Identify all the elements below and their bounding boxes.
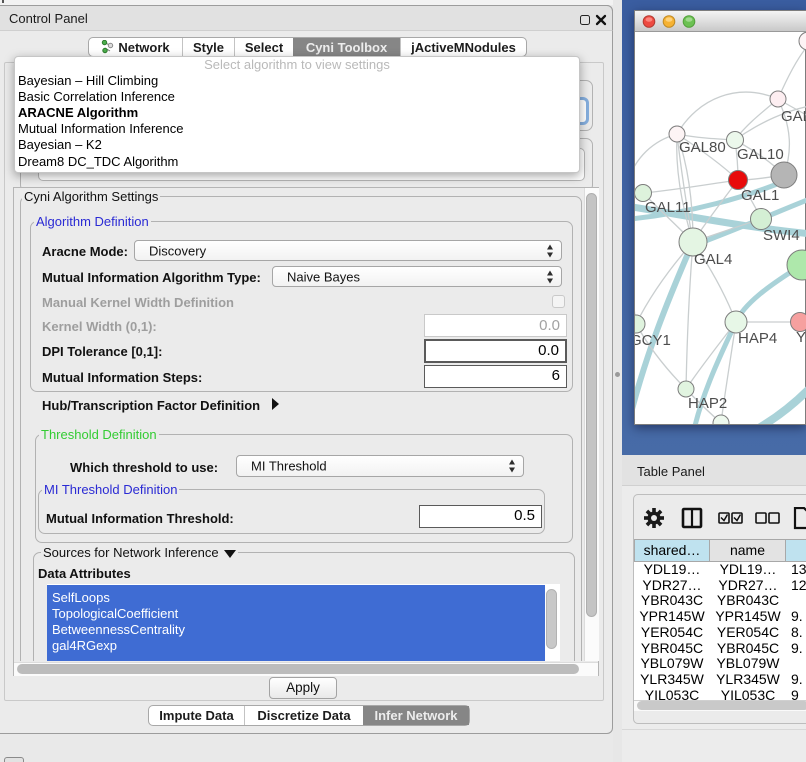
svg-text:HAP4: HAP4 xyxy=(738,330,777,347)
svg-text:YM: YM xyxy=(796,329,806,346)
svg-text:GAL1: GAL1 xyxy=(741,187,779,204)
svg-text:GAL11: GAL11 xyxy=(645,199,691,216)
svg-text:HAP2: HAP2 xyxy=(688,395,727,412)
svg-text:GAL2: GAL2 xyxy=(781,108,806,125)
svg-text:SWI4: SWI4 xyxy=(763,227,800,244)
svg-text:GAL10: GAL10 xyxy=(737,146,784,163)
svg-text:GCY1: GCY1 xyxy=(635,332,671,349)
svg-text:GAL4: GAL4 xyxy=(694,251,732,268)
svg-text:GAL80: GAL80 xyxy=(679,139,726,156)
